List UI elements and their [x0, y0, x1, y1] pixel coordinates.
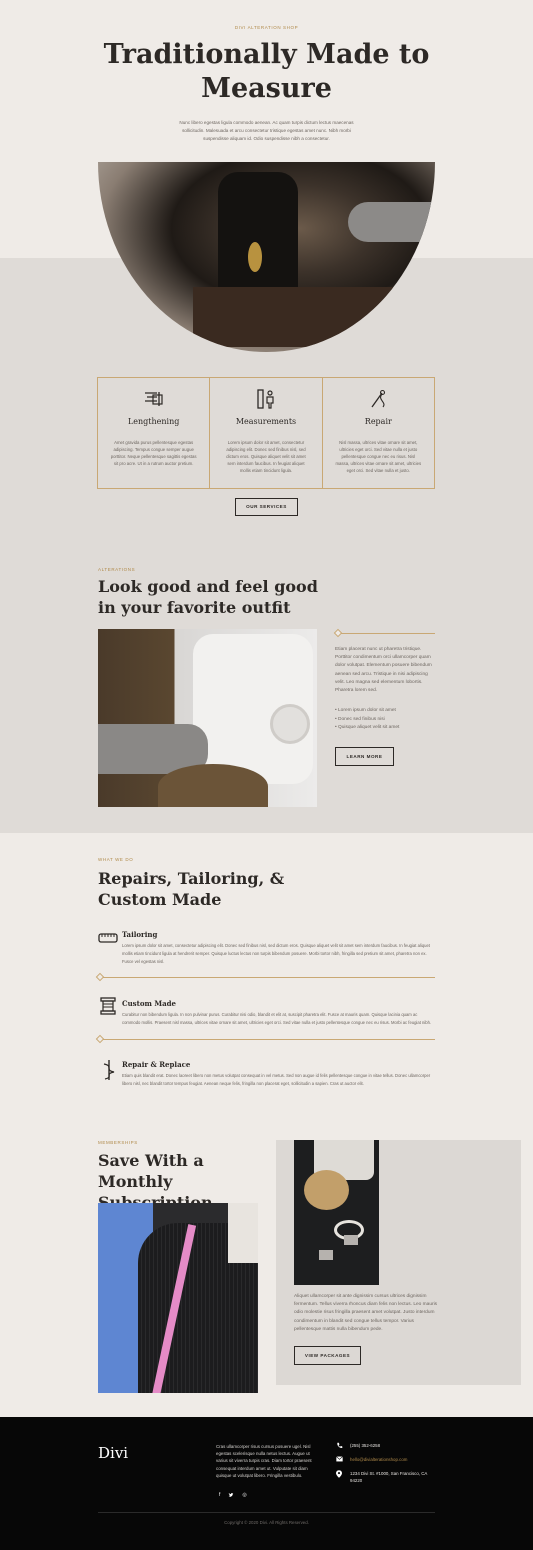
footer	[0, 1417, 533, 1550]
footer-address: 1234 Divi St. #1000, San Francisco, CA 9…	[350, 1471, 428, 1483]
sewing-supplies-image	[294, 1140, 379, 1285]
ruler-icon	[143, 388, 165, 410]
footer-logo[interactable]: Divi	[98, 1444, 128, 1462]
memberships-eyebrow: MEMBERSHIPS	[98, 1140, 138, 1145]
alterations-title: Look good and feel good in your favorite…	[98, 577, 318, 617]
service-item-text: Curabitur non bibendum ligula. In non pu…	[122, 1012, 432, 1025]
service-title: Repair	[364, 417, 392, 426]
instagram-icon[interactable]: ◎	[242, 1492, 246, 1500]
footer-social-links: f ◎	[219, 1492, 247, 1500]
phone-icon	[336, 1442, 344, 1451]
hero-eyebrow: DIVI ALTERATION SHOP	[234, 25, 299, 30]
hero-text: Nunc libero egestas ligula commodo aenea…	[179, 120, 354, 141]
needle-icon	[367, 388, 389, 410]
service-card-repair: Repair Nisl massa, ultrices vitae ornare…	[323, 378, 434, 488]
tailor-measuring-suit-image	[98, 1203, 258, 1393]
facebook-icon[interactable]: f	[219, 1492, 220, 1500]
learn-more-button[interactable]: LEARN MORE	[335, 747, 394, 766]
what-we-do-eyebrow: WHAT WE DO	[98, 857, 134, 862]
measurements-icon	[255, 388, 277, 410]
memberships-paragraph: Aliquet ullamcorper sit ante dignissim c…	[294, 1294, 438, 1332]
service-item-text: Lorem ipsum dolor sit amet, consectetur …	[122, 943, 430, 964]
alterations-eyebrow: ALTERATIONS	[98, 567, 136, 572]
service-text: Lorem ipsum dolor sit amet, consectetur …	[226, 440, 306, 473]
divider-line	[341, 633, 435, 634]
footer-text: Cras ullamcorper risus cursus posuere ug…	[216, 1444, 312, 1478]
alterations-sewing-image	[98, 629, 317, 807]
divider-line	[103, 1039, 435, 1040]
what-we-do-title: Repairs, Tailoring, & Custom Made	[98, 869, 285, 909]
service-item-title: Repair & Replace	[122, 1060, 191, 1069]
service-text: Amet gravida purus pellentesque egestas …	[110, 440, 197, 466]
alterations-paragraph: Etiam placerat nunc ut pharetra tristiqu…	[335, 647, 432, 694]
services-grid: Lengthening Amet gravida purus pellentes…	[97, 377, 435, 489]
service-card-measurements: Measurements Lorem ipsum dolor sit amet,…	[210, 378, 323, 488]
needle-thread-icon	[99, 1058, 119, 1085]
footer-email[interactable]: hello@divialterationshop.com	[350, 1457, 407, 1464]
alterations-list: Lorem ipsum dolor sit amet Donec sed fin…	[335, 707, 435, 733]
twitter-icon[interactable]	[228, 1492, 234, 1500]
thread-spool-icon	[98, 996, 118, 1019]
email-icon	[336, 1456, 344, 1464]
footer-phone[interactable]: (255) 352-6258	[350, 1443, 380, 1450]
service-item-title: Custom Made	[122, 999, 176, 1008]
service-item-title: Tailoring	[122, 930, 158, 939]
tape-measure-icon	[98, 931, 118, 948]
service-item-text: Etiam quis blandit erat. Donec laoreet l…	[122, 1073, 431, 1086]
location-pin-icon	[336, 1470, 344, 1480]
footer-copyright: Copyright © 2020 Divi. All Rights Reserv…	[224, 1520, 309, 1525]
list-item: Donec sed finibus nisi	[335, 716, 435, 725]
divider-line	[103, 977, 435, 978]
view-packages-button[interactable]: VIEW PACKAGES	[294, 1346, 361, 1365]
footer-divider	[98, 1512, 435, 1513]
list-item: Lorem ipsum dolor sit amet	[335, 707, 435, 716]
list-item: Quisque aliquet velit sit amet	[335, 724, 435, 733]
service-title: Lengthening	[127, 417, 180, 426]
our-services-button[interactable]: OUR SERVICES	[235, 498, 298, 516]
service-title: Measurements	[235, 417, 297, 426]
hero-title: Traditionally Made to Measure	[103, 39, 430, 104]
service-text: Nisl massa, ultrices vitae ornare sit am…	[335, 440, 422, 473]
service-card-lengthening: Lengthening Amet gravida purus pellentes…	[98, 378, 211, 488]
